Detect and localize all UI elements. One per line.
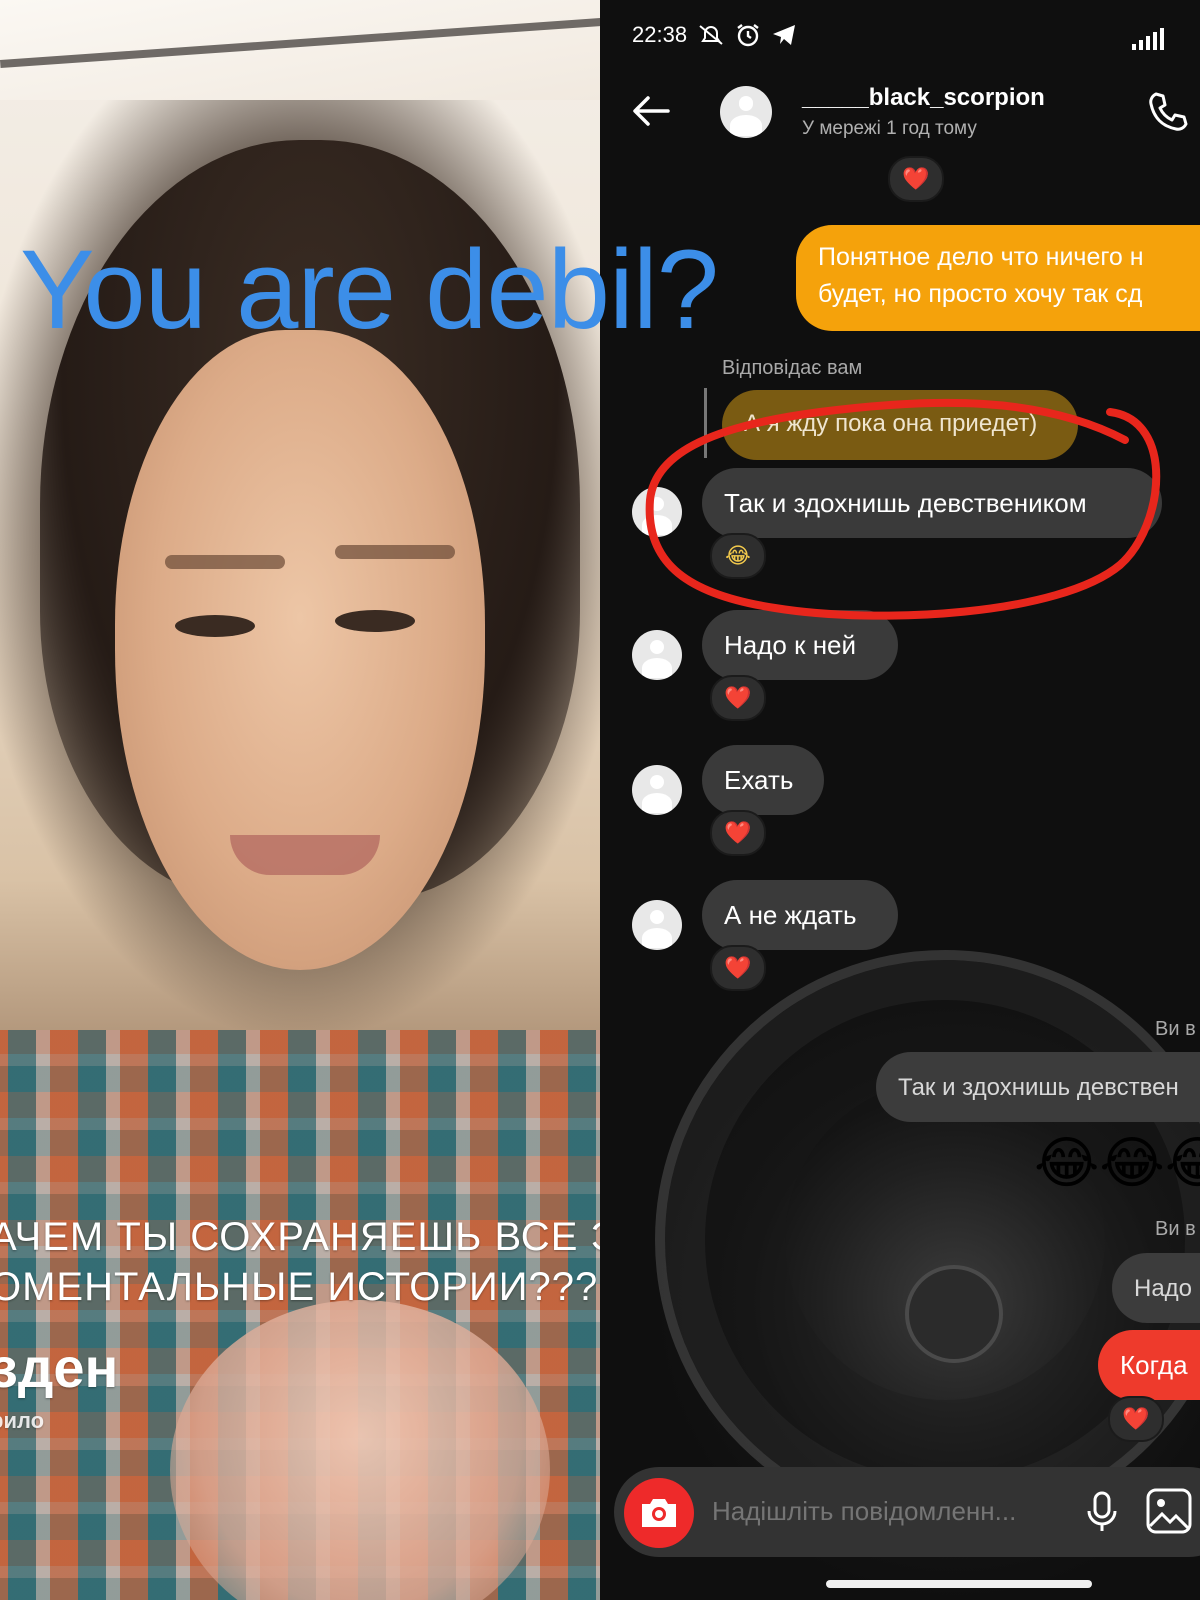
received-message-bubble[interactable]: Так и здохнишь девствеником (702, 468, 1162, 538)
received-message-bubble[interactable]: А не ждать (702, 880, 898, 950)
left-brow (165, 555, 285, 569)
received-message-bubble[interactable]: Надо к ней (702, 610, 898, 680)
reaction-heart[interactable]: ❤️ (710, 945, 766, 991)
story-caption-line1: АЧЕМ ТЫ СОХРАНЯЕШЬ ВСЕ Э (0, 1215, 600, 1259)
reaction-heart[interactable]: ❤️ (710, 810, 766, 856)
received-message-bubble[interactable]: Ехать (702, 745, 824, 815)
wallpaper-hub (905, 1265, 1003, 1363)
status-bar: 22:38 (632, 22, 797, 48)
header-avatar[interactable] (720, 86, 772, 138)
gallery-icon[interactable] (1144, 1486, 1194, 1536)
sent-message-line1: Понятное дело что ничего н (818, 243, 1144, 271)
sent-message-line2: будет, но просто хочу так сд (818, 280, 1143, 308)
reply-label: Відповідає вам (722, 357, 863, 379)
phone-call-icon[interactable] (1146, 90, 1190, 134)
story-caption-name: зден (0, 1336, 119, 1399)
reply-bar (704, 388, 707, 458)
back-arrow-icon[interactable] (628, 88, 674, 134)
message-input[interactable] (710, 1495, 1074, 1528)
emoji-message[interactable]: 😂😂😂 (1034, 1130, 1200, 1196)
sent-message-bubble[interactable]: Понятное дело что ничего н будет, но про… (796, 225, 1200, 331)
you-replied-label: Ви в (1155, 1218, 1196, 1240)
camera-button[interactable] (624, 1478, 694, 1548)
chat-username[interactable]: _____black_scorpion (802, 84, 1045, 112)
message-avatar[interactable] (632, 487, 682, 537)
telegram-icon (773, 25, 796, 45)
status-time: 22:38 (632, 22, 688, 47)
mouth (230, 835, 380, 875)
story-caption-line2: ОМЕНТАЛЬНЫЕ ИСТОРИИ??? (0, 1265, 599, 1309)
overlay-caption: You are debil? (20, 227, 719, 352)
wallpaper-wheel (655, 950, 1200, 1530)
sent-message-bubble[interactable]: Когда (1098, 1330, 1200, 1400)
reply-quote-bubble[interactable]: Надо (1112, 1253, 1200, 1323)
background-wall (0, 0, 600, 100)
reply-quote-bubble[interactable]: А я жду пока она приедет) (722, 390, 1078, 460)
microphone-icon[interactable] (1084, 1490, 1120, 1534)
chat-last-seen: У мережі 1 год тому (802, 118, 977, 139)
reaction-heart[interactable]: ❤️ (710, 675, 766, 721)
story-caption-sub: рило (0, 1408, 45, 1433)
right-brow (335, 545, 455, 559)
reaction-heart[interactable]: ❤️ (888, 156, 944, 202)
message-avatar[interactable] (632, 900, 682, 950)
right-eye (335, 610, 415, 632)
alarm-icon (737, 24, 759, 47)
message-avatar[interactable] (632, 630, 682, 680)
left-eye (175, 615, 255, 637)
reaction-laughing[interactable]: 😂 (710, 533, 766, 579)
home-indicator[interactable] (826, 1580, 1092, 1588)
signal-icon (1132, 28, 1200, 50)
mute-icon (699, 25, 723, 45)
message-avatar[interactable] (632, 765, 682, 815)
reaction-heart[interactable]: ❤️ (1108, 1396, 1164, 1442)
camera-icon (642, 1499, 676, 1527)
you-replied-label: Ви в (1155, 1018, 1196, 1040)
reply-quote-bubble[interactable]: Так и здохнишь девствен (876, 1052, 1200, 1122)
